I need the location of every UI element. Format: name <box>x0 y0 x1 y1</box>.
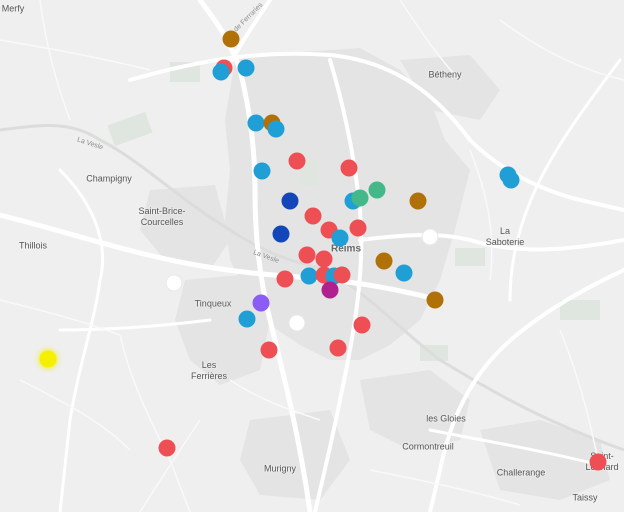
map-marker-red[interactable] <box>260 341 278 359</box>
place-label-les-ferrieres-line2: Ferrières <box>190 371 228 381</box>
map-marker-blue[interactable] <box>253 162 271 180</box>
map-marker-blue[interactable] <box>237 59 255 77</box>
place-label-les-gloies: les Gloies <box>426 413 466 424</box>
map-marker-white[interactable] <box>421 228 439 246</box>
map-marker-red[interactable] <box>333 266 351 284</box>
map-marker-blue[interactable] <box>247 114 265 132</box>
map-marker-brown[interactable] <box>222 30 240 48</box>
place-label-saint-brice-line2: Courcelles <box>140 217 184 227</box>
map-marker-white[interactable] <box>288 314 306 332</box>
place-label-la-saboterie: La Saboterie <box>486 226 525 248</box>
map-marker-brown[interactable] <box>409 192 427 210</box>
map-marker-blue[interactable] <box>331 229 349 247</box>
urban-areas <box>140 48 610 500</box>
place-label-thillois: Thillois <box>18 240 48 251</box>
place-label-les-ferrieres-line1: Les <box>201 360 217 370</box>
map-marker-yellow[interactable] <box>39 350 57 368</box>
map-marker-green[interactable] <box>351 189 369 207</box>
map-marker-red[interactable] <box>340 159 358 177</box>
map-marker-red[interactable] <box>349 219 367 237</box>
place-label-la-saboterie-line1: La <box>499 226 510 236</box>
place-label-challerange: Challerange <box>496 467 546 478</box>
place-label-saint-brice-line1: Saint-Brice- <box>138 206 186 216</box>
map-marker-red[interactable] <box>304 207 322 225</box>
place-label-betheny: Bétheny <box>428 69 462 80</box>
map-marker-blue[interactable] <box>395 264 413 282</box>
map-marker-white[interactable] <box>165 274 183 292</box>
place-label-murigny: Murigny <box>263 463 297 474</box>
place-label-champigny: Champigny <box>86 173 132 184</box>
map-canvas[interactable]: Merfy Bétheny Champigny Saint-Brice- Cou… <box>0 0 624 512</box>
map-marker-blue[interactable] <box>238 310 256 328</box>
map-marker-navy[interactable] <box>281 192 299 210</box>
place-label-les-ferrieres: Les Ferrières <box>191 360 227 382</box>
map-marker-red[interactable] <box>276 270 294 288</box>
place-label-taissy: Taissy <box>572 492 598 503</box>
place-label-merfy: Merfy <box>1 3 25 14</box>
place-label-tinqueux: Tinqueux <box>194 298 232 309</box>
map-marker-brown[interactable] <box>426 291 444 309</box>
map-marker-red[interactable] <box>315 250 333 268</box>
place-label-saint-brice-courcelles: Saint-Brice- Courcelles <box>138 206 185 228</box>
map-marker-red[interactable] <box>353 316 371 334</box>
map-marker-blue[interactable] <box>502 171 520 189</box>
map-marker-green[interactable] <box>368 181 386 199</box>
map-marker-blue[interactable] <box>267 120 285 138</box>
map-marker-purple[interactable] <box>252 294 270 312</box>
map-marker-red[interactable] <box>158 439 176 457</box>
place-label-cormontreuil: Cormontreuil <box>402 441 454 452</box>
place-label-la-saboterie-line2: Saboterie <box>485 237 525 247</box>
map-marker-red[interactable] <box>589 453 607 471</box>
map-marker-blue[interactable] <box>212 63 230 81</box>
map-marker-red[interactable] <box>288 152 306 170</box>
map-marker-brown[interactable] <box>375 252 393 270</box>
map-marker-red[interactable] <box>329 339 347 357</box>
map-marker-red[interactable] <box>298 246 316 264</box>
map-marker-navy[interactable] <box>272 225 290 243</box>
map-marker-magenta[interactable] <box>321 281 339 299</box>
